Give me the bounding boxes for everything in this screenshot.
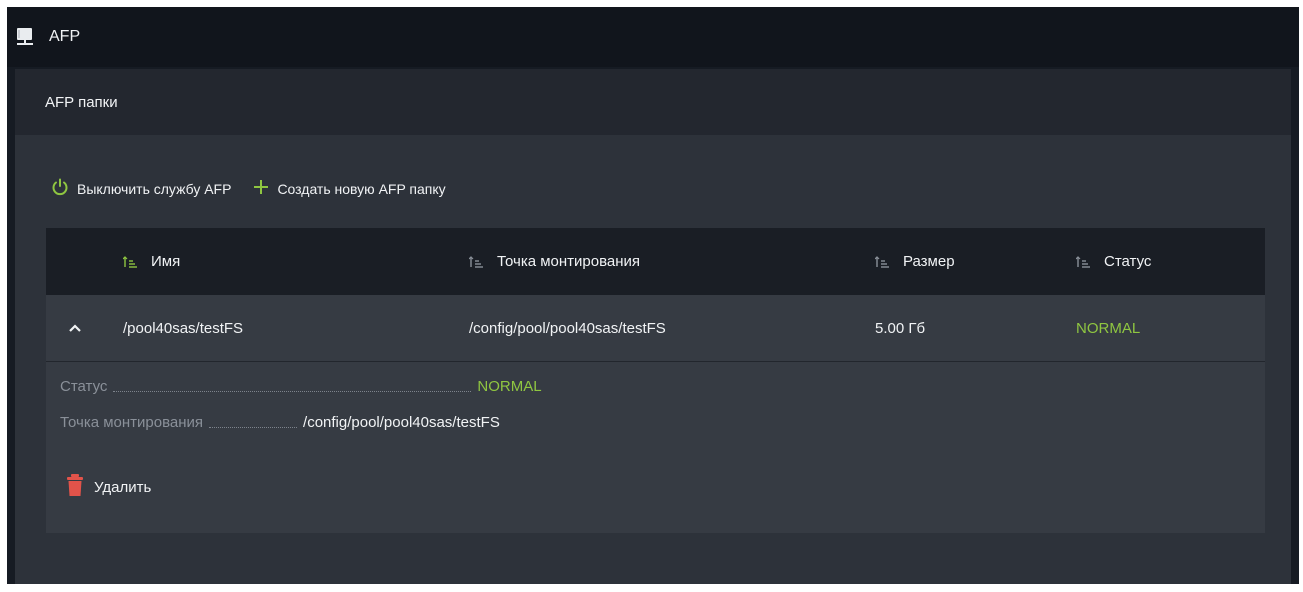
title-bar: AFP [7, 7, 1299, 67]
column-label-size: Размер [903, 253, 955, 270]
toolbar: Выключить службу AFP Создать новую AFP п… [51, 173, 468, 205]
cell-status: NORMAL [1076, 319, 1141, 337]
leader-dots [209, 415, 298, 428]
detail-status-value: NORMAL [477, 378, 542, 395]
create-afp-folder-label: Создать новую AFP папку [277, 181, 446, 197]
plus-icon [253, 179, 269, 200]
column-header-name[interactable]: Имя [123, 228, 180, 295]
sort-icon [875, 255, 889, 268]
afp-folders-table: Имя Точка монтирования Размер Статус /po… [46, 228, 1265, 533]
cell-name: /pool40sas/testFS [123, 319, 244, 337]
detail-status-key: Статус [60, 378, 108, 395]
sort-icon [469, 255, 483, 268]
delete-label: Удалить [94, 479, 152, 496]
detail-mount-key: Точка монтирования [60, 414, 204, 431]
disable-afp-button[interactable]: Выключить службу AFP [51, 178, 231, 201]
table-row[interactable]: /pool40sas/testFS /config/pool/pool40sas… [46, 295, 1265, 362]
column-header-status[interactable]: Статус [1076, 228, 1151, 295]
leader-dots [113, 379, 472, 392]
table-header: Имя Точка монтирования Размер Статус [46, 228, 1265, 295]
column-label-mount: Точка монтирования [497, 253, 641, 270]
trash-icon [66, 474, 84, 501]
cell-mount: /config/pool/pool40sas/testFS [469, 319, 666, 337]
create-afp-folder-button[interactable]: Создать новую AFP папку [253, 179, 446, 200]
app-window: AFP AFP папки Выключить службу AFP Созда… [7, 7, 1299, 584]
delete-button[interactable]: Удалить [66, 474, 151, 501]
column-label-status: Статус [1104, 253, 1152, 270]
collapse-row-button[interactable] [68, 295, 82, 361]
column-label-name: Имя [151, 253, 181, 270]
cell-size: 5.00 Гб [875, 319, 926, 337]
panel-header: AFP папки [15, 69, 1291, 135]
network-folder-icon [15, 26, 37, 48]
panel-title: AFP папки [45, 93, 118, 111]
detail-mount: Точка монтирования /config/pool/pool40sa… [60, 414, 500, 431]
page-title: AFP [49, 28, 81, 45]
sort-icon [1076, 255, 1090, 268]
detail-status: Статус NORMAL [60, 378, 542, 395]
chevron-up-icon [68, 320, 82, 337]
column-header-size[interactable]: Размер [875, 228, 955, 295]
sort-icon [123, 255, 137, 268]
power-icon [51, 178, 69, 201]
afp-folders-panel: AFP папки Выключить службу AFP Создать н… [15, 69, 1291, 584]
detail-mount-value: /config/pool/pool40sas/testFS [303, 414, 500, 431]
row-details: Статус NORMAL Точка монтирования /config… [46, 362, 1265, 533]
disable-afp-label: Выключить службу AFP [77, 181, 232, 197]
column-header-mount[interactable]: Точка монтирования [469, 228, 640, 295]
